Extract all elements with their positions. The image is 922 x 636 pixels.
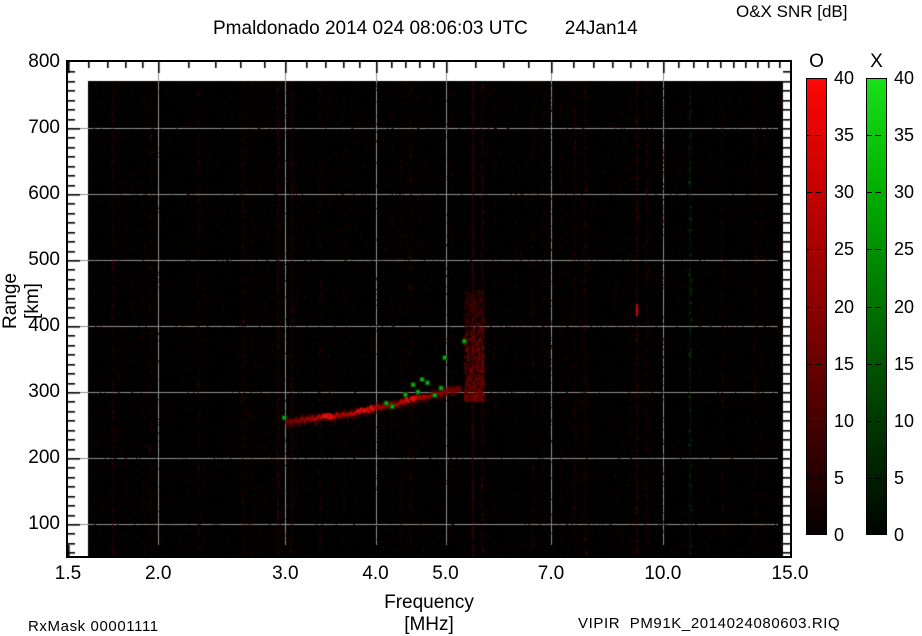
x-tick-label: 10.0 bbox=[635, 563, 691, 585]
colorbar-tick-mark bbox=[875, 421, 881, 422]
colorbar-tick-mark bbox=[806, 307, 812, 308]
o-colorbar-tick-label: 25 bbox=[834, 238, 864, 260]
o-colorbar-tick-label: 30 bbox=[834, 181, 864, 203]
colorbar-tick-mark bbox=[806, 135, 812, 136]
o-colorbar-tick-label: 10 bbox=[834, 410, 864, 432]
colorbar-tick-mark bbox=[866, 364, 872, 365]
colorbar-tick-mark bbox=[866, 192, 872, 193]
plot-title-text: Pmaldonado 2014 024 08:06:03 UTC bbox=[213, 18, 528, 39]
plot-title: Pmaldonado 2014 024 08:06:03 UTC 24Jan14 bbox=[213, 18, 638, 40]
x-colorbar-tick-label: 20 bbox=[894, 296, 922, 318]
x-tick-label: 3.0 bbox=[257, 563, 313, 585]
colorbar-tick-mark bbox=[815, 192, 821, 193]
colorbar-title: O&X SNR [dB] bbox=[736, 2, 847, 22]
colorbar-tick-mark bbox=[815, 478, 821, 479]
o-colorbar-tick-label: 20 bbox=[834, 296, 864, 318]
x-tick-label: 2.0 bbox=[130, 563, 186, 585]
y-tick-label: 100 bbox=[14, 513, 60, 535]
y-tick-label: 700 bbox=[14, 117, 60, 139]
y-tick-label: 800 bbox=[14, 51, 60, 73]
colorbar-tick-mark bbox=[815, 135, 821, 136]
colorbar-tick-mark bbox=[815, 307, 821, 308]
colorbar-tick-mark bbox=[806, 192, 812, 193]
o-colorbar-header: O bbox=[806, 51, 827, 73]
colorbar-tick-mark bbox=[866, 421, 872, 422]
ionogram-canvas bbox=[68, 62, 790, 556]
x-tick-label: 4.0 bbox=[348, 563, 404, 585]
o-colorbar-tick-label: 0 bbox=[834, 524, 864, 546]
y-tick-label: 300 bbox=[14, 381, 60, 403]
colorbar-tick-mark bbox=[815, 249, 821, 250]
riq-filename-annotation: VIPIR PM91K_2014024080603.RIQ bbox=[578, 615, 840, 632]
x-colorbar-tick-label: 15 bbox=[894, 353, 922, 375]
x-colorbar-tick-label: 25 bbox=[894, 238, 922, 260]
colorbar-tick-mark bbox=[806, 249, 812, 250]
x-tick-label: 5.0 bbox=[418, 563, 474, 585]
y-axis-title: Range [km] bbox=[0, 253, 20, 349]
x-colorbar-tick-label: 10 bbox=[894, 410, 922, 432]
o-colorbar-tick-label: 40 bbox=[834, 67, 864, 89]
ionogram-page: Pmaldonado 2014 024 08:06:03 UTC24Jan14 … bbox=[0, 0, 922, 636]
x-axis-title: Frequency [MHz] bbox=[359, 592, 499, 636]
colorbar-tick-mark bbox=[806, 478, 812, 479]
colorbar-tick-mark bbox=[875, 478, 881, 479]
rx-mask-annotation: RxMask 00001111 bbox=[28, 618, 159, 635]
colorbar-tick-mark bbox=[815, 421, 821, 422]
plot-title-date: 24Jan14 bbox=[565, 18, 638, 39]
colorbar-tick-mark bbox=[875, 135, 881, 136]
colorbar-tick-mark bbox=[875, 307, 881, 308]
colorbar-tick-mark bbox=[875, 192, 881, 193]
x-colorbar-header: X bbox=[866, 51, 887, 73]
x-colorbar-tick-label: 35 bbox=[894, 124, 922, 146]
colorbar-tick-mark bbox=[866, 478, 872, 479]
colorbar-tick-mark bbox=[875, 364, 881, 365]
y-tick-label: 500 bbox=[14, 249, 60, 271]
colorbar-tick-mark bbox=[866, 307, 872, 308]
o-colorbar-tick-label: 5 bbox=[834, 467, 864, 489]
colorbar-tick-mark bbox=[866, 135, 872, 136]
y-tick-label: 200 bbox=[14, 447, 60, 469]
x-colorbar-tick-label: 40 bbox=[894, 67, 922, 89]
x-colorbar-tick-label: 0 bbox=[894, 524, 922, 546]
colorbar-tick-mark bbox=[806, 364, 812, 365]
x-tick-label: 7.0 bbox=[523, 563, 579, 585]
o-colorbar-tick-label: 15 bbox=[834, 353, 864, 375]
x-tick-label: 15.0 bbox=[762, 563, 818, 585]
colorbar-tick-mark bbox=[806, 421, 812, 422]
colorbar-tick-mark bbox=[866, 249, 872, 250]
o-colorbar-tick-label: 35 bbox=[834, 124, 864, 146]
colorbar-tick-mark bbox=[875, 249, 881, 250]
colorbar-tick-mark bbox=[815, 364, 821, 365]
y-tick-label: 600 bbox=[14, 183, 60, 205]
x-colorbar-tick-label: 5 bbox=[894, 467, 922, 489]
x-colorbar-tick-label: 30 bbox=[894, 181, 922, 203]
x-tick-label: 1.5 bbox=[40, 563, 96, 585]
